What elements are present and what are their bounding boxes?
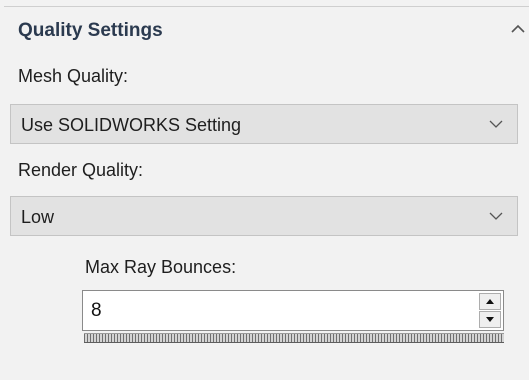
chevron-down-icon xyxy=(489,120,503,128)
decrement-button[interactable] xyxy=(479,311,501,328)
mesh-quality-label: Mesh Quality: xyxy=(18,66,129,86)
increment-button[interactable] xyxy=(479,293,501,310)
render-quality-value: Low xyxy=(21,207,55,227)
render-quality-dropdown[interactable]: Low xyxy=(10,196,518,236)
spin-buttons xyxy=(479,293,501,328)
max-ray-bounces-label: Max Ray Bounces: xyxy=(85,257,237,277)
max-ray-bounces-value: 8 xyxy=(91,300,102,321)
mesh-quality-dropdown[interactable]: Use SOLIDWORKS Setting xyxy=(10,104,518,144)
collapse-button[interactable] xyxy=(506,18,528,40)
section-title: Quality Settings xyxy=(18,20,163,41)
max-ray-bounces-input[interactable]: 8 xyxy=(82,290,504,331)
mesh-quality-value: Use SOLIDWORKS Setting xyxy=(21,115,242,135)
spin-down-arrow-icon xyxy=(486,317,494,322)
max-ray-bounces-slider[interactable] xyxy=(84,333,504,343)
quality-settings-panel: Quality Settings Mesh Quality: Use SOLID… xyxy=(0,0,529,380)
chevron-down-icon xyxy=(489,212,503,220)
chevron-up-icon xyxy=(511,24,525,33)
spin-up-arrow-icon xyxy=(486,299,494,304)
divider xyxy=(4,6,529,7)
render-quality-label: Render Quality: xyxy=(18,160,144,180)
